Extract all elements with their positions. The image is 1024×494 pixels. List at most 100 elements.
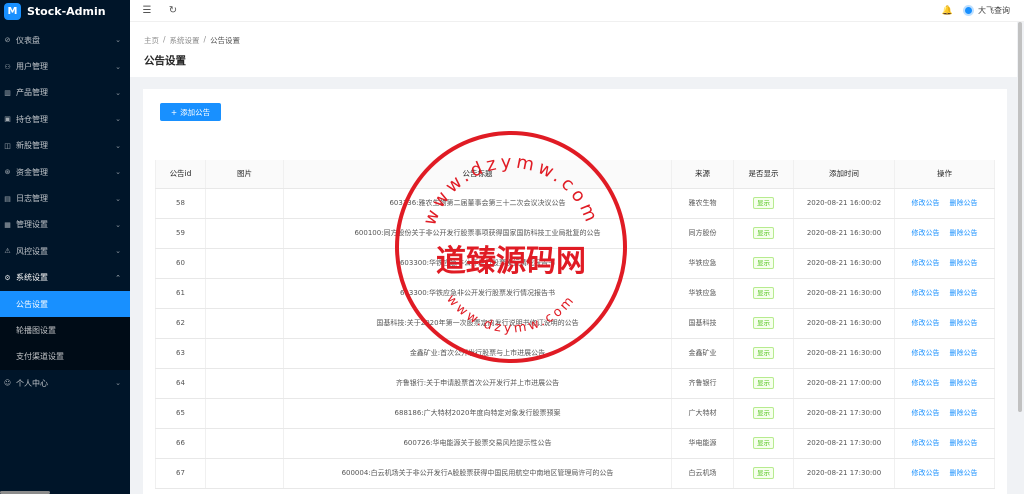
breadcrumb-current: 公告设置 (210, 36, 241, 45)
sidebar-item-risk[interactable]: ⚠ 风控设置 ⌄ (0, 238, 130, 264)
cell-id: 63 (155, 338, 206, 369)
table-row: 59 600100:同方股份关于非公开发行股票事项获得国家国防科技工业局批复的公告… (155, 218, 995, 249)
sidebar-item-users[interactable]: ⚇ 用户管理 ⌄ (0, 53, 130, 79)
status-badge: 显示 (753, 287, 774, 299)
chevron-down-icon: ⌄ (115, 247, 121, 256)
edit-announcement-link[interactable]: 修改公告 (912, 469, 940, 477)
announcement-table: 公告id 图片 公告标题 来源 是否显示 添加时间 操作 58 603336:雅农… (155, 160, 995, 489)
cell-actions: 修改公告 删除公告 (894, 308, 995, 339)
sidebar-item-funds[interactable]: ⊛ 资金管理 ⌄ (0, 159, 130, 185)
cell-source: 同方股份 (671, 218, 734, 249)
table-row: 66 600726:华电能源关于股票交易风险提示性公告 华电能源 显示 2020-08-… (155, 428, 995, 459)
cell-title: 600004:白云机场关于非公开发行A股股票获得中国民用航空中南地区管理局许可的… (283, 458, 672, 489)
edit-announcement-link[interactable]: 修改公告 (912, 319, 940, 327)
add-button-label: 添加公告 (180, 107, 211, 117)
breadcrumb-separator: / (163, 35, 166, 44)
refresh-icon[interactable]: ↻ (160, 5, 186, 16)
table-row: 63 金鑫矿业:首次公开发行股票与上市进展公告 金鑫矿业 显示 2020-08-21 1… (155, 338, 995, 369)
header-right: 🔔 大飞查询 (942, 5, 1024, 16)
chevron-down-icon: ⌄ (115, 220, 121, 229)
chevron-down-icon: ⌄ (115, 168, 121, 177)
cell-title: 603300:华铁应急非公开发行股票发行情况报告书 (283, 278, 672, 309)
logo[interactable]: M Stock-Admin (0, 0, 130, 22)
table-row: 62 国基科技:关于2020年第一次股票定向发行说明书修订说明的公告 国基科技 显示 2… (155, 308, 995, 339)
cell-title: 齐鲁银行:关于申请股票首次公开发行并上市进展公告 (283, 368, 672, 399)
menu-fold-icon[interactable]: ☰ (134, 5, 160, 16)
log-icon: ▤ (4, 194, 11, 203)
status-badge: 显示 (753, 317, 774, 329)
sidebar-item-products[interactable]: ▥ 产品管理 ⌄ (0, 80, 130, 106)
cell-actions: 修改公告 删除公告 (894, 428, 995, 459)
col-header-actions: 操作 (894, 160, 995, 189)
cell-visible: 显示 (733, 458, 794, 489)
user-name: 大飞查询 (978, 6, 1010, 15)
edit-announcement-link[interactable]: 修改公告 (912, 349, 940, 357)
page-scrollbar[interactable] (1018, 22, 1022, 412)
cell-id: 61 (155, 278, 206, 309)
cell-image (205, 188, 284, 219)
chevron-down-icon: ⌄ (115, 194, 121, 203)
edit-announcement-link[interactable]: 修改公告 (912, 379, 940, 387)
edit-announcement-link[interactable]: 修改公告 (912, 439, 940, 447)
edit-announcement-link[interactable]: 修改公告 (912, 409, 940, 417)
table-row: 67 600004:白云机场关于非公开发行A股股票获得中国民用航空中南地区管理局许… (155, 458, 995, 489)
col-header-title: 公告标题 (283, 160, 672, 189)
avatar (963, 5, 974, 16)
cell-visible: 显示 (733, 368, 794, 399)
cell-image (205, 458, 284, 489)
edit-announcement-link[interactable]: 修改公告 (912, 199, 940, 207)
status-badge: 显示 (753, 467, 774, 479)
cell-actions: 修改公告 删除公告 (894, 218, 995, 249)
sidebar-item-logs[interactable]: ▤ 日志管理 ⌄ (0, 185, 130, 211)
cell-title: 603336:雅农生物第二届董事会第三十二次会议决议公告 (283, 188, 672, 219)
table-row: 61 603300:华铁应急非公开发行股票发行情况报告书 华铁应急 显示 2020-08… (155, 278, 995, 309)
sidebar-item-positions[interactable]: ▣ 持仓管理 ⌄ (0, 106, 130, 132)
sidebar-item-personal-center[interactable]: ☺ 个人中心 ⌄ (0, 370, 130, 396)
cell-id: 66 (155, 428, 206, 459)
edit-announcement-link[interactable]: 修改公告 (912, 229, 940, 237)
sidebar-item-dashboard[interactable]: ⊘ 仪表盘 ⌄ (0, 27, 130, 53)
edit-announcement-link[interactable]: 修改公告 (912, 289, 940, 297)
user-menu[interactable]: 大飞查询 (963, 5, 1010, 16)
delete-announcement-link[interactable]: 删除公告 (950, 349, 978, 357)
cell-source: 白云机场 (671, 458, 734, 489)
col-header-id: 公告id (155, 160, 206, 189)
sidebar-subitem-payment-channel[interactable]: 支付渠道设置 (0, 344, 130, 370)
cell-source: 金鑫矿业 (671, 338, 734, 369)
delete-announcement-link[interactable]: 删除公告 (950, 469, 978, 477)
cell-image (205, 248, 284, 279)
delete-announcement-link[interactable]: 删除公告 (950, 409, 978, 417)
position-icon: ▣ (4, 115, 11, 124)
add-announcement-button[interactable]: + 添加公告 (160, 103, 221, 121)
delete-announcement-link[interactable]: 删除公告 (950, 379, 978, 387)
cell-source: 华铁应急 (671, 278, 734, 309)
sidebar-item-label: 产品管理 (16, 88, 48, 98)
breadcrumb-home[interactable]: 主页 (144, 35, 159, 46)
status-badge: 显示 (753, 197, 774, 209)
delete-announcement-link[interactable]: 删除公告 (950, 319, 978, 327)
cell-visible: 显示 (733, 398, 794, 429)
cell-time: 2020-08-21 16:30:00 (793, 308, 895, 339)
breadcrumb-separator: / (203, 35, 207, 44)
sidebar-item-system-settings[interactable]: ⚙ 系统设置 ⌃ (0, 265, 130, 291)
sidebar-item-label: 资金管理 (16, 167, 48, 177)
sidebar-item-admin-settings[interactable]: ▦ 管理设置 ⌄ (0, 212, 130, 238)
col-header-image: 图片 (205, 160, 284, 189)
delete-announcement-link[interactable]: 删除公告 (950, 289, 978, 297)
sidebar-subitem-announcement[interactable]: 公告设置 (0, 290, 130, 318)
cell-time: 2020-08-21 17:30:00 (793, 398, 895, 429)
delete-announcement-link[interactable]: 删除公告 (950, 439, 978, 447)
delete-announcement-link[interactable]: 删除公告 (950, 199, 978, 207)
delete-announcement-link[interactable]: 删除公告 (950, 259, 978, 267)
delete-announcement-link[interactable]: 删除公告 (950, 229, 978, 237)
breadcrumb-system[interactable]: 系统设置 (170, 35, 200, 46)
cell-id: 67 (155, 458, 206, 489)
bell-icon[interactable]: 🔔 (942, 6, 953, 16)
cell-time: 2020-08-21 17:00:00 (793, 368, 895, 399)
edit-announcement-link[interactable]: 修改公告 (912, 259, 940, 267)
col-header-visible: 是否显示 (733, 160, 794, 189)
sidebar-subitem-carousel[interactable]: 轮播图设置 (0, 317, 130, 343)
col-header-source: 来源 (671, 160, 734, 189)
sidebar-item-ipo[interactable]: ◫ 新股管理 ⌄ (0, 133, 130, 159)
cell-time: 2020-08-21 16:00:02 (793, 188, 895, 219)
